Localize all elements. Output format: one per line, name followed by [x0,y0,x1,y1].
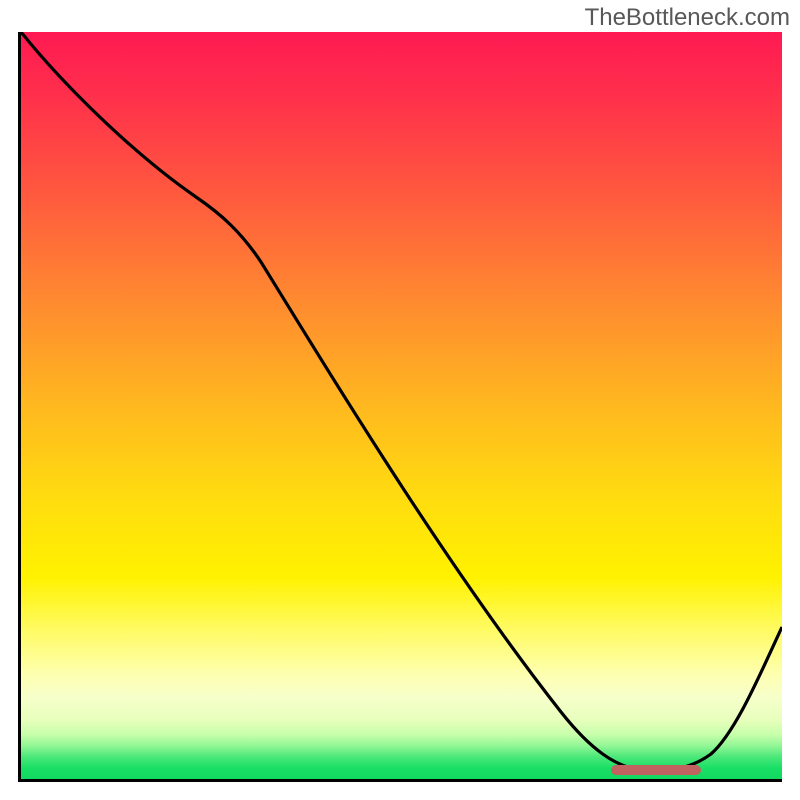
watermark-text: TheBottleneck.com [585,4,790,32]
highlight-marker [611,765,701,775]
plot-area [18,32,782,782]
curve-svg [21,32,782,779]
bottleneck-curve [21,32,782,771]
chart-container: TheBottleneck.com [0,0,800,800]
